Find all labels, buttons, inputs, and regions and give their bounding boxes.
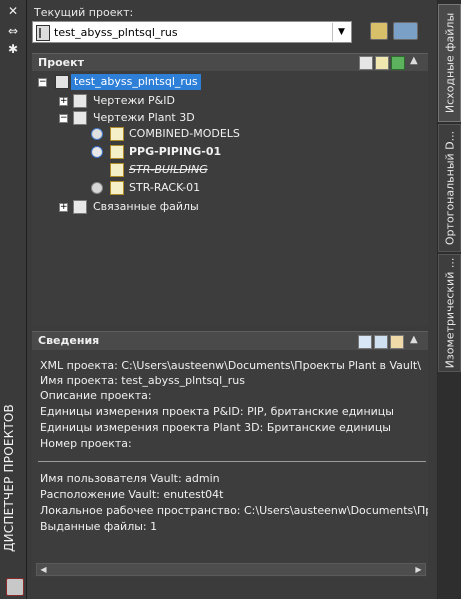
status-icon [91, 182, 103, 194]
status-icon [91, 128, 103, 140]
details-panel-body: XML проекта: C:\Users\austeenw\Documents… [32, 350, 428, 578]
refresh-icon[interactable] [391, 56, 405, 70]
info-vault-location-line: Расположение Vault: enutest04t [40, 488, 224, 501]
project-actions-dropdown-button[interactable] [393, 22, 418, 40]
close-icon[interactable]: ✕ [5, 4, 21, 18]
info-vault-user-line: Имя пользователя Vault: admin [40, 472, 220, 485]
info-checked-out-line: Выданные файлы: 1 [40, 520, 158, 533]
auto-hide-icon[interactable]: ⇔ [5, 24, 21, 38]
folder-icon [73, 200, 87, 214]
info-description-line: Описание проекта: [40, 389, 152, 402]
collapse-panel-icon[interactable]: ▲ [410, 55, 418, 66]
current-project-label: Текущий проект: [34, 6, 134, 19]
drawing-icon [110, 127, 124, 141]
palette-title: ДИСПЕТЧЕР ПРОЕКТОВ [2, 404, 16, 552]
info-plant3d-units-line: Единицы измерения проекта Plant 3D: Брит… [40, 421, 391, 434]
details-panel-header: Сведения ▲ [32, 331, 428, 350]
expand-icon[interactable]: + [59, 97, 68, 106]
folder-icon [73, 94, 87, 108]
details-panel-title: Сведения [38, 334, 100, 347]
preview-view-icon[interactable] [374, 335, 388, 349]
tab-label: Ортогональный D... [443, 130, 456, 246]
tree-label: Чертежи Plant 3D [93, 111, 195, 124]
settings-icon[interactable]: ✱ [5, 42, 21, 56]
project-panel-header: Проект ▲ [32, 53, 428, 71]
tab-source-files[interactable]: Исходные файлы [438, 4, 461, 122]
new-drawing-icon[interactable] [359, 56, 373, 70]
tree-label: PPG-PIPING-01 [129, 145, 222, 158]
folder-icon [73, 111, 87, 125]
tab-orthographic[interactable]: Ортогональный D... [438, 124, 461, 252]
tree-label: Связанные файлы [93, 200, 199, 213]
expand-icon[interactable]: + [59, 203, 68, 212]
thumbnail-view-icon[interactable] [390, 335, 404, 349]
tree-label: COMBINED-MODELS [129, 127, 240, 140]
horizontal-scrollbar[interactable]: ◀ ▶ [36, 563, 426, 576]
details-view-icon[interactable] [358, 335, 372, 349]
scroll-left-icon[interactable]: ◀ [38, 564, 49, 575]
app-logo-icon [6, 578, 24, 596]
tab-isometric[interactable]: Изометрический ... [438, 254, 461, 372]
tab-label: Изометрический ... [443, 257, 456, 369]
project-icon [36, 25, 50, 41]
checked-out-icon [91, 146, 103, 158]
current-project-dropdown[interactable]: test_abyss_plntsql_rus ▼ [32, 21, 352, 43]
drawing-icon [110, 181, 124, 195]
project-panel-title: Проект [38, 56, 84, 69]
tree-label: STR-RACK-01 [129, 181, 201, 194]
info-xml-line: XML проекта: C:\Users\austeenw\Documents… [40, 359, 421, 372]
tab-label: Исходные файлы [443, 12, 456, 114]
project-tree [32, 71, 428, 326]
palette-side-strip: ✕ ⇔ ✱ ДИСПЕТЧЕР ПРОЕКТОВ [0, 0, 27, 599]
copy-drawing-icon[interactable] [375, 56, 389, 70]
project-settings-button[interactable] [370, 22, 388, 40]
scroll-right-icon[interactable]: ▶ [413, 564, 424, 575]
drawing-icon [110, 145, 124, 159]
chevron-down-icon[interactable]: ▼ [332, 23, 350, 41]
tree-label: test_abyss_plntsql_rus [71, 74, 201, 90]
collapse-icon[interactable]: − [59, 114, 68, 123]
info-name-line: Имя проекта: test_abyss_plntsql_rus [40, 374, 245, 387]
tree-label: STR-BUILDING [129, 163, 208, 176]
info-workspace-line: Локальное рабочее пространство: C:\Users… [40, 504, 428, 517]
info-project-number-line: Номер проекта: [40, 437, 132, 450]
collapse-panel-icon[interactable]: ▲ [410, 334, 418, 345]
current-project-value: test_abyss_plntsql_rus [54, 26, 178, 39]
info-pid-units-line: Единицы измерения проекта P&ID: PIP, бри… [40, 405, 394, 418]
tree-label: Чертежи P&ID [93, 94, 175, 107]
details-separator [38, 461, 426, 462]
drawing-icon [110, 163, 124, 177]
collapse-icon[interactable]: − [38, 78, 47, 87]
project-icon [55, 75, 69, 89]
